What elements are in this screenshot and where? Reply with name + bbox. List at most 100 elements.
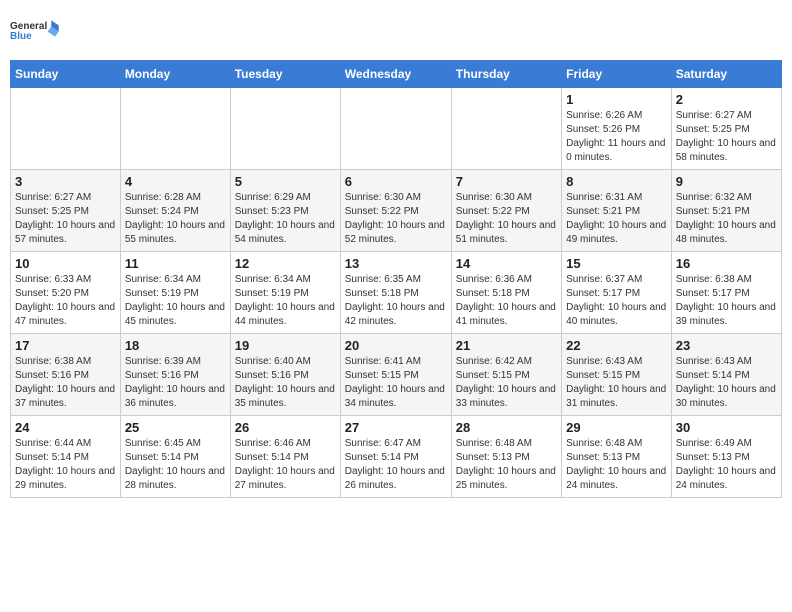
day-info: Sunrise: 6:37 AMSunset: 5:17 PMDaylight:… (566, 273, 667, 329)
day-number: 18 (125, 338, 226, 353)
day-info: Sunrise: 6:47 AMSunset: 5:14 PMDaylight:… (345, 437, 447, 493)
day-number: 1 (566, 92, 667, 107)
day-info: Sunrise: 6:26 AMSunset: 5:26 PMDaylight:… (566, 109, 667, 165)
day-number: 11 (125, 256, 226, 271)
day-cell: 26 Sunrise: 6:46 AMSunset: 5:14 PMDayligh… (230, 416, 340, 498)
day-number: 19 (235, 338, 336, 353)
weekday-header-sunday: Sunday (11, 61, 121, 88)
day-info: Sunrise: 6:30 AMSunset: 5:22 PMDaylight:… (456, 191, 557, 247)
day-number: 10 (15, 256, 116, 271)
day-number: 16 (676, 256, 777, 271)
day-info: Sunrise: 6:42 AMSunset: 5:15 PMDaylight:… (456, 355, 557, 411)
day-info: Sunrise: 6:39 AMSunset: 5:16 PMDaylight:… (125, 355, 226, 411)
day-cell: 20 Sunrise: 6:41 AMSunset: 5:15 PMDayligh… (340, 334, 451, 416)
day-cell: 11 Sunrise: 6:34 AMSunset: 5:19 PMDayligh… (120, 252, 230, 334)
day-number: 9 (676, 174, 777, 189)
day-cell (340, 88, 451, 170)
day-cell: 10 Sunrise: 6:33 AMSunset: 5:20 PMDayligh… (11, 252, 121, 334)
logo-icon: General Blue (10, 10, 60, 52)
day-number: 30 (676, 420, 777, 435)
week-row-1: 1 Sunrise: 6:26 AMSunset: 5:26 PMDaylight… (11, 88, 782, 170)
day-cell: 9 Sunrise: 6:32 AMSunset: 5:21 PMDaylight… (671, 170, 781, 252)
svg-text:General: General (10, 21, 47, 32)
day-number: 25 (125, 420, 226, 435)
day-number: 15 (566, 256, 667, 271)
day-cell: 30Sunrise: 6:49 AMSunset: 5:13 PMDayligh… (671, 416, 781, 498)
day-info: Sunrise: 6:34 AMSunset: 5:19 PMDaylight:… (125, 273, 226, 329)
day-info: Sunrise: 6:27 AMSunset: 5:25 PMDaylight:… (676, 109, 777, 165)
day-info: Sunrise: 6:34 AMSunset: 5:19 PMDaylight:… (235, 273, 336, 329)
week-row-4: 17Sunrise: 6:38 AMSunset: 5:16 PMDayligh… (11, 334, 782, 416)
day-info: Sunrise: 6:27 AMSunset: 5:25 PMDaylight:… (15, 191, 116, 247)
day-cell: 21 Sunrise: 6:42 AMSunset: 5:15 PMDayligh… (451, 334, 561, 416)
day-cell: 29 Sunrise: 6:48 AMSunset: 5:13 PMDayligh… (562, 416, 672, 498)
day-cell: 27 Sunrise: 6:47 AMSunset: 5:14 PMDayligh… (340, 416, 451, 498)
weekday-header-monday: Monday (120, 61, 230, 88)
day-info: Sunrise: 6:45 AMSunset: 5:14 PMDaylight:… (125, 437, 226, 493)
day-info: Sunrise: 6:28 AMSunset: 5:24 PMDaylight:… (125, 191, 226, 247)
day-cell: 2 Sunrise: 6:27 AMSunset: 5:25 PMDaylight… (671, 88, 781, 170)
day-number: 24 (15, 420, 116, 435)
day-number: 14 (456, 256, 557, 271)
day-cell (11, 88, 121, 170)
svg-text:Blue: Blue (10, 31, 32, 42)
day-cell: 25 Sunrise: 6:45 AMSunset: 5:14 PMDayligh… (120, 416, 230, 498)
day-number: 28 (456, 420, 557, 435)
day-cell: 15 Sunrise: 6:37 AMSunset: 5:17 PMDayligh… (562, 252, 672, 334)
day-cell: 7 Sunrise: 6:30 AMSunset: 5:22 PMDaylight… (451, 170, 561, 252)
day-cell: 12 Sunrise: 6:34 AMSunset: 5:19 PMDayligh… (230, 252, 340, 334)
day-info: Sunrise: 6:38 AMSunset: 5:16 PMDaylight:… (15, 355, 116, 411)
day-number: 12 (235, 256, 336, 271)
day-info: Sunrise: 6:48 AMSunset: 5:13 PMDaylight:… (566, 437, 667, 493)
day-info: Sunrise: 6:38 AMSunset: 5:17 PMDaylight:… (676, 273, 777, 329)
day-cell: 16 Sunrise: 6:38 AMSunset: 5:17 PMDayligh… (671, 252, 781, 334)
day-number: 26 (235, 420, 336, 435)
day-cell: 14Sunrise: 6:36 AMSunset: 5:18 PMDayligh… (451, 252, 561, 334)
day-cell: 3 Sunrise: 6:27 AMSunset: 5:25 PMDaylight… (11, 170, 121, 252)
weekday-header-tuesday: Tuesday (230, 61, 340, 88)
day-cell (451, 88, 561, 170)
logo: General Blue (10, 10, 60, 52)
day-number: 6 (345, 174, 447, 189)
day-cell: 5 Sunrise: 6:29 AMSunset: 5:23 PMDaylight… (230, 170, 340, 252)
day-info: Sunrise: 6:30 AMSunset: 5:22 PMDaylight:… (345, 191, 447, 247)
day-number: 2 (676, 92, 777, 107)
day-info: Sunrise: 6:40 AMSunset: 5:16 PMDaylight:… (235, 355, 336, 411)
day-number: 27 (345, 420, 447, 435)
day-number: 20 (345, 338, 447, 353)
day-info: Sunrise: 6:33 AMSunset: 5:20 PMDaylight:… (15, 273, 116, 329)
day-info: Sunrise: 6:35 AMSunset: 5:18 PMDaylight:… (345, 273, 447, 329)
day-cell: 4Sunrise: 6:28 AMSunset: 5:24 PMDaylight… (120, 170, 230, 252)
day-number: 8 (566, 174, 667, 189)
day-cell: 18 Sunrise: 6:39 AMSunset: 5:16 PMDayligh… (120, 334, 230, 416)
week-row-2: 3 Sunrise: 6:27 AMSunset: 5:25 PMDaylight… (11, 170, 782, 252)
day-cell: 24Sunrise: 6:44 AMSunset: 5:14 PMDayligh… (11, 416, 121, 498)
day-cell (230, 88, 340, 170)
day-info: Sunrise: 6:41 AMSunset: 5:15 PMDaylight:… (345, 355, 447, 411)
day-info: Sunrise: 6:43 AMSunset: 5:14 PMDaylight:… (676, 355, 777, 411)
day-cell: 22 Sunrise: 6:43 AMSunset: 5:15 PMDayligh… (562, 334, 672, 416)
day-info: Sunrise: 6:32 AMSunset: 5:21 PMDaylight:… (676, 191, 777, 247)
day-number: 22 (566, 338, 667, 353)
day-cell: 13 Sunrise: 6:35 AMSunset: 5:18 PMDayligh… (340, 252, 451, 334)
calendar-table: SundayMondayTuesdayWednesdayThursdayFrid… (10, 60, 782, 498)
day-info: Sunrise: 6:29 AMSunset: 5:23 PMDaylight:… (235, 191, 336, 247)
day-cell: 1 Sunrise: 6:26 AMSunset: 5:26 PMDaylight… (562, 88, 672, 170)
day-cell (120, 88, 230, 170)
day-cell: 6 Sunrise: 6:30 AMSunset: 5:22 PMDaylight… (340, 170, 451, 252)
day-info: Sunrise: 6:31 AMSunset: 5:21 PMDaylight:… (566, 191, 667, 247)
day-number: 29 (566, 420, 667, 435)
day-cell: 28 Sunrise: 6:48 AMSunset: 5:13 PMDayligh… (451, 416, 561, 498)
day-info: Sunrise: 6:46 AMSunset: 5:14 PMDaylight:… (235, 437, 336, 493)
day-info: Sunrise: 6:48 AMSunset: 5:13 PMDaylight:… (456, 437, 557, 493)
weekday-header-thursday: Thursday (451, 61, 561, 88)
day-number: 5 (235, 174, 336, 189)
day-number: 7 (456, 174, 557, 189)
day-cell: 17Sunrise: 6:38 AMSunset: 5:16 PMDayligh… (11, 334, 121, 416)
day-number: 3 (15, 174, 116, 189)
header: General Blue (10, 10, 782, 52)
week-row-3: 10 Sunrise: 6:33 AMSunset: 5:20 PMDayligh… (11, 252, 782, 334)
day-number: 13 (345, 256, 447, 271)
day-info: Sunrise: 6:43 AMSunset: 5:15 PMDaylight:… (566, 355, 667, 411)
day-number: 21 (456, 338, 557, 353)
